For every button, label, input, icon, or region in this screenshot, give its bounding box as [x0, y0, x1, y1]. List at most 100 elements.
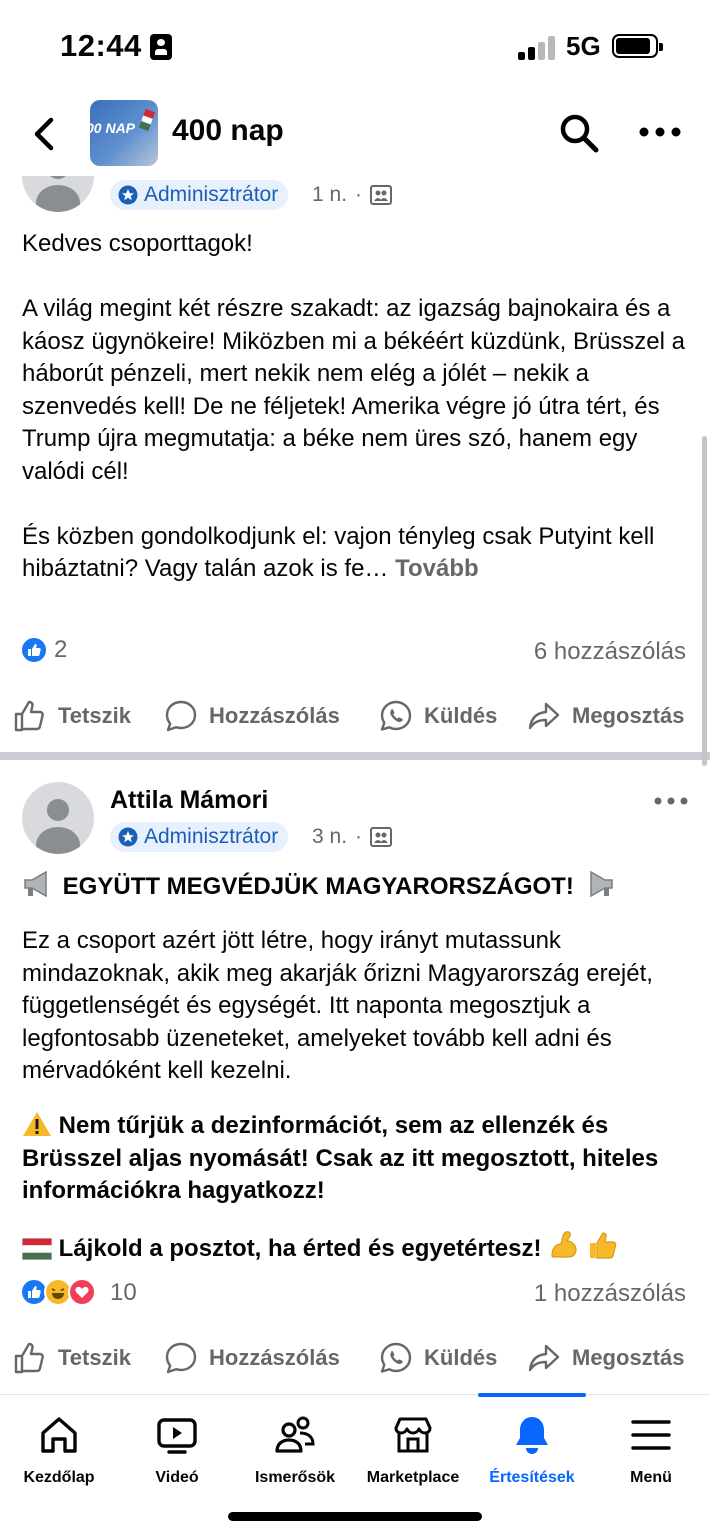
admin-star-icon — [118, 827, 138, 847]
whatsapp-icon — [380, 1342, 412, 1373]
whatsapp-icon — [380, 700, 412, 731]
search-icon[interactable] — [558, 112, 600, 154]
like-reaction-icon — [20, 636, 48, 664]
comment-label: Hozzászólás — [209, 703, 340, 728]
post1-meta: 1 n. · — [312, 183, 393, 207]
post1-dot: · — [355, 183, 363, 206]
comment-label: Hozzászólás — [209, 1345, 340, 1370]
top-navigation: 00 NAP 400 nap — [0, 96, 710, 176]
group-audience-icon — [370, 827, 393, 847]
network-label: 5G — [566, 31, 601, 61]
thumbs-up-icon — [14, 700, 44, 732]
friends-icon — [275, 1416, 315, 1453]
send-button[interactable]: Küldés — [378, 686, 497, 746]
post2-admin-badge: Adminisztrátor — [110, 822, 289, 852]
post1-paragraph: És közben gondolkodjunk el: vajon tényle… — [22, 521, 692, 586]
like-label: Tetszik — [58, 703, 131, 728]
share-button[interactable]: Megosztás — [526, 1328, 684, 1388]
tab-notifications[interactable]: Értesítések — [472, 1395, 592, 1495]
admin-star-icon — [118, 185, 138, 205]
comment-bubble-icon — [165, 1342, 197, 1374]
post2-action-bar: Tetszik Hozzászólás Küldés Megosztás — [0, 1328, 710, 1388]
send-label: Küldés — [424, 703, 498, 728]
menu-icon — [631, 1420, 671, 1450]
post2-author-avatar[interactable] — [22, 782, 94, 854]
tab-marketplace[interactable]: Marketplace — [354, 1395, 472, 1495]
tab-label: Marketplace — [366, 1469, 460, 1486]
send-label: Küldés — [424, 1345, 498, 1370]
battery-icon — [612, 34, 663, 58]
hungarian-flag-icon — [138, 108, 156, 132]
group-avatar[interactable]: 00 NAP — [90, 100, 158, 166]
group-title[interactable]: 400 nap — [172, 114, 284, 148]
post2-author-name[interactable]: Attila Mámori — [110, 786, 268, 815]
like-button[interactable]: Tetszik — [12, 1328, 131, 1388]
tab-home[interactable]: Kezdőlap — [0, 1395, 118, 1495]
post1-truncated-text: És közben gondolkodjunk el: vajon tényle… — [22, 522, 655, 583]
post2-comment-count[interactable]: 1 hozzászólás — [534, 1280, 686, 1308]
post2-reaction-count: 10 — [110, 1279, 137, 1306]
thumbs-up-emoji-icon — [589, 1232, 617, 1259]
more-options-icon[interactable] — [638, 124, 682, 140]
like-button[interactable]: Tetszik — [12, 686, 131, 746]
post1-time: 1 n. — [312, 183, 348, 206]
scroll-indicator[interactable] — [702, 436, 707, 766]
group-audience-icon — [370, 185, 393, 205]
post2-dot: · — [355, 825, 363, 848]
reaction-icons — [20, 1278, 104, 1308]
post2-time: 3 n. — [312, 825, 348, 848]
post1-comment-count[interactable]: 6 hozzászólás — [534, 638, 686, 666]
megaphone-icon — [589, 870, 613, 898]
video-icon — [157, 1418, 197, 1454]
tab-label: Kezdőlap — [23, 1469, 95, 1486]
post1-reactions[interactable]: 2 — [20, 636, 67, 664]
status-bar: 12:44 5G — [0, 0, 710, 96]
post2-headline-text: EGYÜTT MEGVÉDJÜK MAGYARORSZÁGOT! — [62, 873, 574, 900]
post1-action-bar: Tetszik Hozzászólás Küldés Megosztás — [0, 686, 710, 746]
post1-badge-label: Adminisztrátor — [144, 183, 279, 206]
comment-button[interactable]: Hozzászólás — [163, 1328, 340, 1388]
post2-body: Ez a csoport azért jött létre, hogy irán… — [22, 927, 653, 1084]
post1-paragraph: Kedves csoporttagok! — [22, 230, 253, 257]
share-arrow-icon — [528, 702, 560, 730]
post-options-icon[interactable] — [654, 796, 688, 806]
post2-warning-text: Nem tűrjük a dezinformációt, sem az elle… — [22, 1112, 659, 1204]
bell-icon — [516, 1417, 548, 1454]
post1-admin-badge: Adminisztrátor — [110, 180, 289, 210]
hungarian-flag-icon — [22, 1238, 52, 1260]
back-arrow-icon[interactable] — [30, 114, 60, 154]
flexed-biceps-icon — [551, 1231, 577, 1258]
tab-menu[interactable]: Menü — [592, 1395, 710, 1495]
warning-icon — [23, 1112, 51, 1136]
marketplace-icon — [394, 1417, 432, 1453]
post1-reaction-count: 2 — [54, 636, 68, 663]
tab-friends[interactable]: Ismerősök — [236, 1395, 354, 1495]
thumbs-up-icon — [14, 1342, 44, 1374]
share-label: Megosztás — [572, 703, 685, 728]
share-label: Megosztás — [572, 1345, 685, 1370]
tab-video[interactable]: Videó — [118, 1395, 236, 1495]
signal-icon — [518, 36, 558, 60]
share-arrow-icon — [528, 1344, 560, 1372]
post2-cta: Lájkold a posztot, ha érted és egyetérte… — [22, 1230, 692, 1266]
send-button[interactable]: Küldés — [378, 1328, 497, 1388]
tab-label: Értesítések — [489, 1469, 575, 1486]
share-button[interactable]: Megosztás — [526, 686, 684, 746]
home-indicator[interactable] — [228, 1512, 482, 1521]
like-label: Tetszik — [58, 1345, 131, 1370]
post2-meta: 3 n. · — [312, 825, 393, 849]
home-icon — [41, 1417, 77, 1453]
post1-paragraph: A világ megint két részre szakadt: az ig… — [22, 295, 685, 485]
post2-headline: EGYÜTT MEGVÉDJÜK MAGYARORSZÁGOT! — [22, 870, 692, 904]
tab-label: Videó — [155, 1469, 199, 1486]
post1-body: Kedves csoporttagok! A világ megint két … — [22, 228, 692, 586]
post2-warning: Nem tűrjük a dezinformációt, sem az elle… — [22, 1110, 692, 1208]
tab-label: Ismerősök — [254, 1469, 336, 1486]
post2-reactions[interactable]: 10 — [20, 1278, 137, 1308]
see-more-link[interactable]: Tovább — [395, 555, 479, 582]
group-avatar-text: 00 NAP — [90, 120, 136, 136]
comment-button[interactable]: Hozzászólás — [163, 686, 340, 746]
megaphone-icon — [24, 870, 47, 898]
tab-label: Menü — [630, 1469, 672, 1486]
post-separator — [0, 752, 710, 760]
